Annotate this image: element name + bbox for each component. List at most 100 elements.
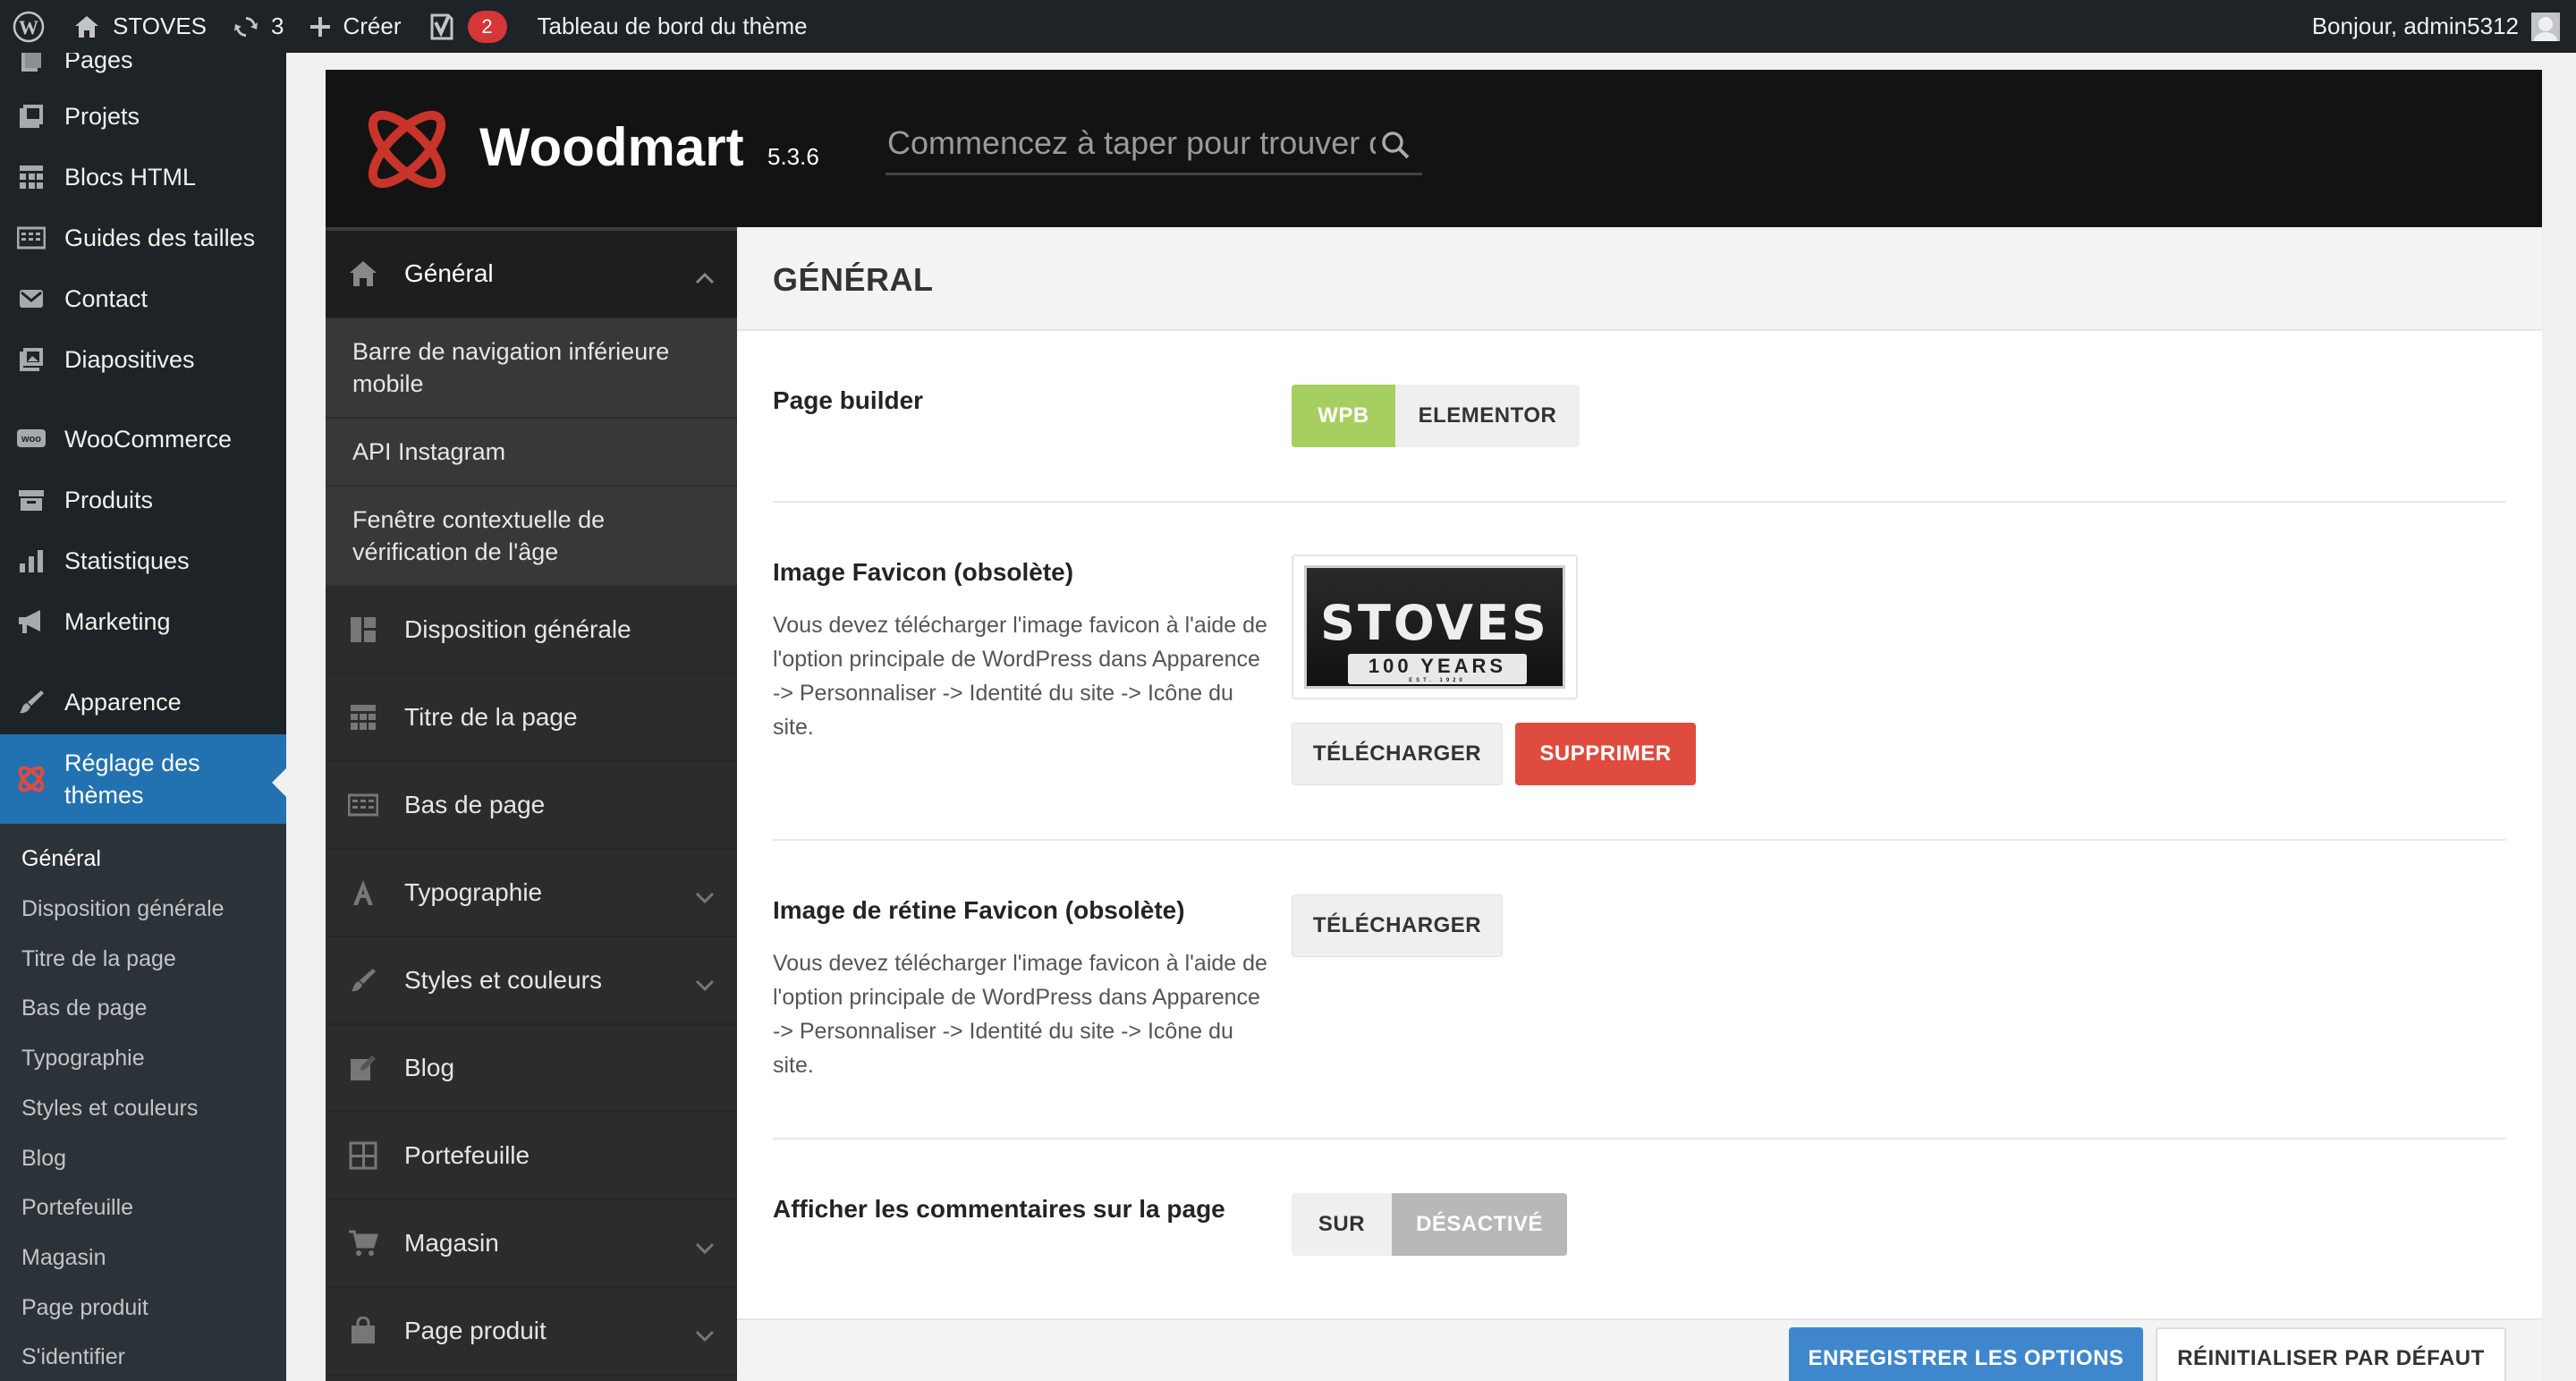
nav-section-page-produit[interactable]: Page produit	[326, 1288, 737, 1376]
submenu-item-identifier[interactable]: S'identifier	[21, 1344, 125, 1370]
wp-admin-menu: Pages Projets Blocs HTML Guides des tail…	[0, 53, 286, 1381]
nav-section-styles-couleurs[interactable]: Styles et couleurs	[326, 937, 737, 1025]
woodmart-header: Woodmart 5.3.6	[326, 70, 2542, 227]
option-label-favicon: Image Favicon (obsolète)	[773, 558, 1074, 586]
menu-item-reglage-themes[interactable]: Réglage des thèmes	[0, 734, 286, 824]
edit-icon	[345, 1050, 381, 1086]
search-icon[interactable]	[1379, 129, 1411, 165]
actions-bar: ENREGISTRER LES OPTIONS RÉINITIALISER PA…	[737, 1318, 2542, 1381]
greeting: Bonjour, admin5312	[2311, 13, 2519, 39]
menu-label: WooCommerce	[64, 425, 233, 453]
nav-label: Blog	[404, 1054, 455, 1081]
nav-section-typographie[interactable]: Typographie	[326, 850, 737, 937]
menu-label: Diapositives	[64, 345, 195, 373]
menu-label: Pages	[64, 53, 133, 73]
nav-label: Disposition générale	[404, 615, 631, 643]
save-options-button[interactable]: ENREGISTRER LES OPTIONS	[1789, 1327, 2143, 1381]
nav-label: Styles et couleurs	[404, 966, 602, 994]
menu-item-projets[interactable]: Projets	[0, 98, 286, 134]
cart-icon	[345, 1225, 381, 1261]
chart-bar-icon	[14, 544, 48, 578]
updates-link[interactable]: 3	[219, 0, 296, 53]
refresh-icon	[232, 13, 260, 41]
divider	[773, 501, 2506, 503]
menu-label: Contact	[64, 284, 148, 312]
yoast-icon	[427, 12, 457, 42]
comments-option-on[interactable]: SUR	[1292, 1193, 1392, 1256]
site-name: STOVES	[113, 13, 208, 39]
wordpress-logo-icon[interactable]: W	[0, 0, 61, 53]
woodmart-logo-icon	[358, 100, 456, 199]
nav-sub-barre-navigation[interactable]: Barre de navigation inférieure mobile	[326, 318, 737, 419]
theme-dashboard-label: Tableau de bord du thème	[537, 13, 808, 39]
menu-item-blocs-html[interactable]: Blocs HTML	[0, 159, 286, 195]
svg-text:W: W	[19, 16, 38, 38]
site-name-link[interactable]: STOVES	[61, 0, 219, 53]
nav-section-general[interactable]: Général	[326, 231, 737, 318]
menu-item-statistiques[interactable]: Statistiques	[0, 543, 286, 579]
menu-label: Blocs HTML	[64, 163, 197, 191]
page-builder-option-elementor[interactable]: ELEMENTOR	[1395, 385, 1580, 447]
create-new-link[interactable]: Créer	[296, 0, 413, 53]
menu-label: Statistiques	[64, 546, 190, 574]
submenu-item-titre[interactable]: Titre de la page	[21, 946, 176, 972]
option-label-retina-favicon: Image de rétine Favicon (obsolète)	[773, 896, 1185, 924]
nav-label: Titre de la page	[404, 703, 578, 731]
submenu-item-styles[interactable]: Styles et couleurs	[21, 1096, 198, 1122]
options-search-input[interactable]	[886, 120, 1422, 175]
submenu-item-disposition[interactable]: Disposition générale	[21, 896, 225, 922]
retina-upload-button[interactable]: TÉLÉCHARGER	[1292, 894, 1503, 957]
divider	[773, 839, 2506, 841]
menu-item-contact[interactable]: Contact	[0, 281, 286, 317]
nav-label: Page produit	[404, 1317, 547, 1344]
menu-item-guides-tailles[interactable]: Guides des tailles	[0, 220, 286, 256]
submenu-item-bas[interactable]: Bas de page	[21, 996, 147, 1021]
reset-defaults-button[interactable]: RÉINITIALISER PAR DÉFAUT	[2156, 1327, 2506, 1381]
mail-icon	[14, 282, 48, 316]
svg-text:woo: woo	[21, 434, 41, 445]
submenu-item-typographie[interactable]: Typographie	[21, 1046, 145, 1072]
nav-label: Bas de page	[404, 791, 546, 818]
theme-dashboard-link[interactable]: Tableau de bord du thème	[520, 0, 820, 53]
slides-icon	[14, 343, 48, 377]
favicon-upload-button[interactable]: TÉLÉCHARGER	[1292, 723, 1503, 785]
menu-item-apparence[interactable]: Apparence	[0, 684, 286, 720]
nav-sub-api-instagram[interactable]: API Instagram	[326, 419, 737, 487]
menu-label: Réglage des thèmes	[64, 750, 200, 809]
nav-section-disposition[interactable]: Disposition générale	[326, 587, 737, 674]
submenu-item-general[interactable]: Général	[21, 846, 101, 872]
submenu-item-magasin[interactable]: Magasin	[21, 1245, 106, 1271]
favicon-remove-button[interactable]: SUPPRIMER	[1515, 723, 1696, 785]
nav-section-bas-page[interactable]: Bas de page	[326, 762, 737, 850]
menu-item-woocommerce[interactable]: woo WooCommerce	[0, 421, 286, 457]
option-label-comments: Afficher les commentaires sur la page	[773, 1195, 1225, 1223]
menu-item-produits[interactable]: Produits	[0, 482, 286, 518]
nav-section-titre-page[interactable]: Titre de la page	[326, 674, 737, 762]
logo-text: STOVES	[1320, 595, 1549, 651]
comments-option-off[interactable]: DÉSACTIVÉ	[1392, 1193, 1567, 1256]
menu-item-pages[interactable]: Pages	[0, 53, 286, 78]
submenu-item-page-produit[interactable]: Page produit	[21, 1295, 148, 1321]
logo-band: 100 YEARS EST. 1920	[1348, 654, 1527, 684]
page-builder-option-wpb[interactable]: WPB	[1292, 385, 1395, 447]
submenu-item-portefeuille[interactable]: Portefeuille	[21, 1195, 133, 1221]
menu-item-marketing[interactable]: Marketing	[0, 604, 286, 640]
nav-label: Typographie	[404, 878, 543, 906]
nav-sub-verification-age[interactable]: Fenêtre contextuelle de vérification de …	[326, 487, 737, 587]
bag-icon	[345, 1313, 381, 1349]
table-icon	[14, 221, 48, 255]
account-menu[interactable]: Bonjour, admin5312	[2300, 0, 2576, 53]
submenu-item-blog[interactable]: Blog	[21, 1146, 66, 1172]
nav-section-blog[interactable]: Blog	[326, 1025, 737, 1113]
page-builder-toggle: WPB ELEMENTOR	[1292, 385, 1580, 447]
nav-section-magasin[interactable]: Magasin	[326, 1200, 737, 1288]
nav-section-portefeuille[interactable]: Portefeuille	[326, 1113, 737, 1200]
yoast-notification-badge: 2	[467, 10, 507, 43]
brush-icon	[14, 685, 48, 719]
menu-label: Guides des tailles	[64, 224, 256, 251]
yoast-link[interactable]: 2	[414, 0, 520, 53]
pages-icon	[14, 53, 48, 77]
home-icon	[73, 14, 100, 39]
menu-item-diapositives[interactable]: Diapositives	[0, 342, 286, 377]
stoves-logo-image: STOVES 100 YEARS EST. 1920	[1304, 565, 1565, 689]
